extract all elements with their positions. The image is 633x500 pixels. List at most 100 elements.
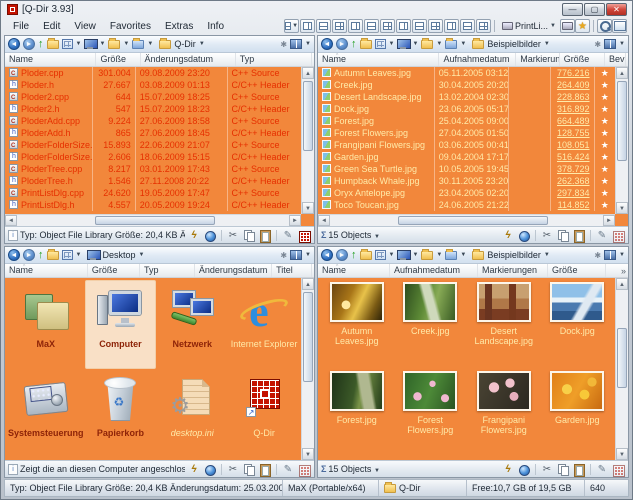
- scroll-thumb[interactable]: [95, 216, 215, 225]
- scroll-down-arrow[interactable]: ▼: [302, 202, 314, 214]
- thumbnail-item[interactable]: Creek.jpg: [394, 282, 468, 371]
- layout-3-left[interactable]: [396, 19, 411, 33]
- pane-switch-button[interactable]: [290, 250, 302, 260]
- back-button[interactable]: ◄: [8, 249, 20, 261]
- file-row[interactable]: PloderFolderSize.h2.60618.06.2009 15:15C…: [5, 151, 301, 163]
- layout-3-right[interactable]: [412, 19, 427, 33]
- folders-dropdown[interactable]: [421, 40, 433, 49]
- desktop-item-max[interactable]: MaX: [7, 280, 85, 369]
- scroll-down-arrow[interactable]: ▼: [616, 448, 628, 460]
- file-row[interactable]: Ploder.h27.66703.08.2009 01:13C/C++ Head…: [5, 79, 301, 91]
- qdir-grid-icon[interactable]: [297, 463, 311, 476]
- folders-dropdown[interactable]: [421, 251, 433, 260]
- edit-icon[interactable]: ✎: [595, 229, 609, 242]
- layout-2-vertical[interactable]: [364, 19, 379, 33]
- scroll-thumb[interactable]: [398, 216, 548, 225]
- file-row[interactable]: Ploder.cpp301.00409.08.2009 23:20C++ Sou…: [5, 67, 301, 79]
- special-folders-dropdown[interactable]: [445, 40, 457, 49]
- folder-history-button[interactable]: [360, 40, 372, 49]
- desktop-item-desktop-ini[interactable]: ⚙desktop.ini: [156, 369, 228, 458]
- refresh-icon[interactable]: ϟ: [187, 229, 201, 242]
- address-bar[interactable]: Q-Dir ▼: [156, 39, 277, 49]
- up-button[interactable]: ↑: [351, 39, 357, 50]
- column-header-markierun[interactable]: Markierun...: [516, 53, 559, 66]
- drives-dropdown[interactable]: [397, 39, 409, 49]
- globe-icon[interactable]: [517, 463, 531, 476]
- copy-icon[interactable]: [556, 229, 570, 242]
- desktop-item-q-dir[interactable]: ↗Q-Dir: [228, 369, 300, 458]
- globe-icon[interactable]: [517, 229, 531, 242]
- column-header-name[interactable]: Nameˆ: [5, 264, 88, 277]
- folder-history-button[interactable]: [47, 40, 59, 49]
- layout-quad[interactable]: [300, 19, 315, 33]
- menu-file[interactable]: File: [6, 19, 36, 34]
- desktop-item-netzwerk[interactable]: Netzwerk: [156, 280, 228, 369]
- scroll-thumb[interactable]: [617, 81, 627, 161]
- forward-button[interactable]: ►: [23, 249, 35, 261]
- paste-icon[interactable]: [572, 463, 586, 476]
- edit-icon[interactable]: ✎: [281, 463, 295, 476]
- column-header-name[interactable]: Nameˆ: [318, 53, 439, 66]
- bl-vertical-scrollbar[interactable]: ▲ ▼: [301, 278, 314, 460]
- scroll-thumb[interactable]: [303, 81, 313, 151]
- paste-icon[interactable]: [258, 463, 272, 476]
- file-row[interactable]: Ploder2.h54715.07.2009 18:23C/C++ Header: [5, 103, 301, 115]
- copy-icon[interactable]: [242, 463, 256, 476]
- column-header-nderungsdatum[interactable]: Änderungsdatum: [195, 264, 272, 277]
- special-folders-dropdown[interactable]: [132, 40, 144, 49]
- scroll-left-arrow[interactable]: ◄: [5, 215, 17, 226]
- file-row[interactable]: Dock.jpg23.06.2005 05:17316.892★: [318, 103, 615, 115]
- refresh-icon[interactable]: ϟ: [501, 463, 515, 476]
- desktop-item-papierkorb[interactable]: ♻Papierkorb: [85, 369, 157, 458]
- drives-dropdown[interactable]: [84, 39, 96, 49]
- view-mode-button[interactable]: [375, 250, 386, 260]
- quick-actions-icon[interactable]: ✱: [280, 251, 287, 260]
- drives-dropdown[interactable]: [397, 250, 409, 260]
- layout-single[interactable]: [476, 19, 491, 33]
- up-button[interactable]: ↑: [38, 39, 44, 50]
- scroll-left-arrow[interactable]: ◄: [318, 215, 330, 226]
- qdir-grid-icon[interactable]: [611, 463, 625, 476]
- qdir-grid-icon[interactable]: [611, 229, 625, 242]
- tl-horizontal-scrollbar[interactable]: ◄ ►: [5, 214, 301, 226]
- forward-button[interactable]: ►: [336, 38, 348, 50]
- paste-icon[interactable]: [572, 229, 586, 242]
- cut-icon[interactable]: ✂: [540, 463, 554, 476]
- layout-2-stack[interactable]: [444, 19, 459, 33]
- tr-status-text[interactable]: 15 Objects ▼: [328, 230, 499, 240]
- thumbnail-item[interactable]: Desert Landscape.jpg: [467, 282, 541, 371]
- scroll-up-arrow[interactable]: ▲: [616, 67, 628, 79]
- column-header-markierungen[interactable]: Markierungen: [478, 264, 548, 277]
- address-bar[interactable]: Desktop ▼: [84, 250, 277, 260]
- back-button[interactable]: ◄: [321, 249, 333, 261]
- file-row[interactable]: Ploder2.cpp64415.07.2009 18:25C++ Source: [5, 91, 301, 103]
- desktop-item-internet-explorer[interactable]: eInternet Explorer: [228, 280, 300, 369]
- folder-history-button[interactable]: [47, 251, 59, 260]
- address-bar[interactable]: Beispielbilder ▼: [469, 39, 591, 49]
- column-header-name[interactable]: Nameˆ: [318, 264, 390, 277]
- edit-icon[interactable]: ✎: [595, 463, 609, 476]
- refresh-icon[interactable]: ϟ: [187, 463, 201, 476]
- scroll-down-arrow[interactable]: ▼: [616, 202, 628, 214]
- quick-actions-icon[interactable]: ✱: [594, 251, 601, 260]
- column-header-gre[interactable]: Größe: [88, 264, 140, 277]
- layout-tabs[interactable]: [460, 19, 475, 33]
- panel-toggle-button[interactable]: [612, 19, 627, 33]
- view-mode-button[interactable]: [375, 39, 386, 49]
- layout-2-horizontal[interactable]: [316, 19, 331, 33]
- copy-icon[interactable]: [242, 229, 256, 242]
- minimize-button[interactable]: —: [562, 3, 583, 16]
- column-header-titel[interactable]: Titel: [272, 264, 312, 277]
- close-button[interactable]: ✕: [606, 3, 627, 16]
- file-row[interactable]: PrintListDlg.cpp24.62019.05.2009 17:47C+…: [5, 187, 301, 199]
- file-row[interactable]: Creek.jpg30.04.2005 20:20264.409★: [318, 79, 615, 91]
- file-row[interactable]: Frangipani Flowers.jpg03.06.2005 00:4110…: [318, 139, 615, 151]
- tr-vertical-scrollbar[interactable]: ▲ ▼: [615, 67, 628, 214]
- menu-extras[interactable]: Extras: [158, 19, 200, 34]
- scroll-right-arrow[interactable]: ►: [603, 215, 615, 226]
- cut-icon[interactable]: ✂: [226, 229, 240, 242]
- address-bar[interactable]: Beispielbilder ▼: [469, 250, 591, 260]
- pane-switch-button[interactable]: [604, 39, 616, 49]
- file-row[interactable]: PloderTree.cpp8.21703.01.2009 17:43C++ S…: [5, 163, 301, 175]
- folders-dropdown[interactable]: [108, 40, 120, 49]
